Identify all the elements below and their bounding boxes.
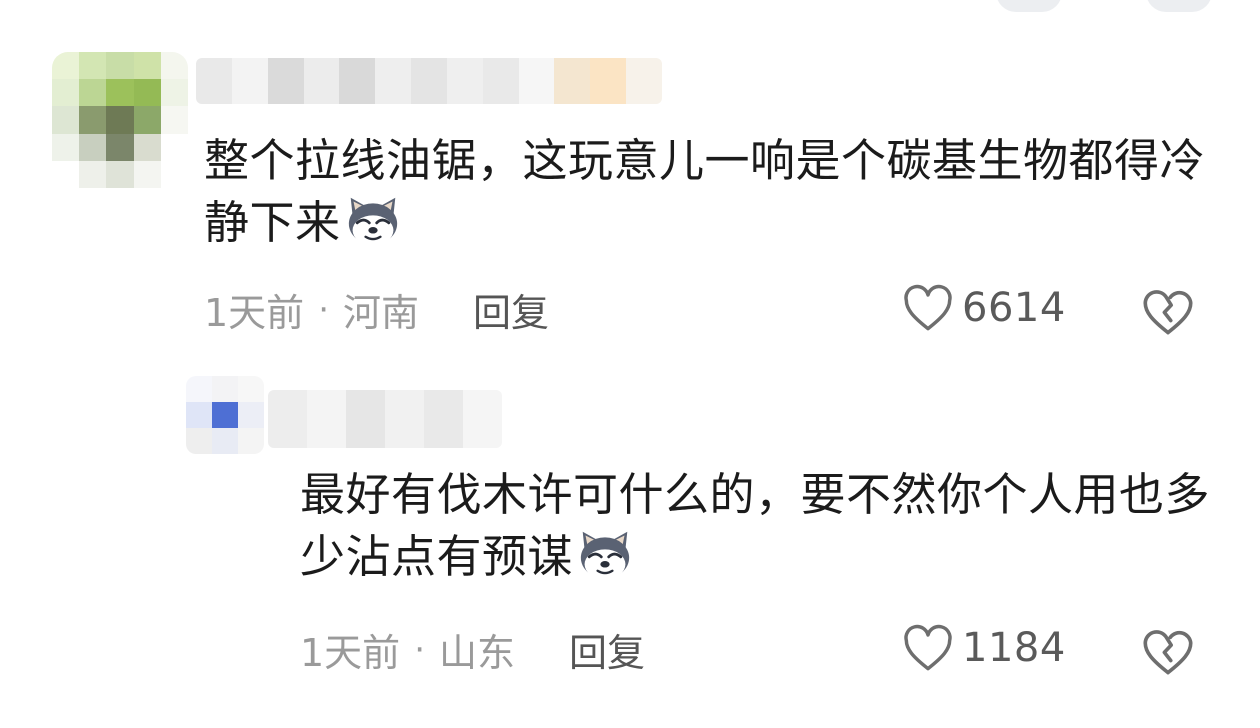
comment-meta: 1天前 · 山东 回复 xyxy=(300,622,645,677)
avatar[interactable] xyxy=(186,376,264,454)
heart-icon xyxy=(904,624,952,671)
avatar[interactable] xyxy=(52,52,188,188)
reply-item: 最好有伐木许可什么的，要不然你个人用也多少沾点有预谋 1天前 · 山东 回复 1… xyxy=(0,370,1260,690)
toolbar-pill-right[interactable] xyxy=(1146,0,1212,12)
reply-button[interactable]: 回复 xyxy=(473,282,549,337)
comment-text: 最好有伐木许可什么的，要不然你个人用也多少沾点有预谋 xyxy=(300,464,1220,597)
comment-time: 1天前 xyxy=(300,631,401,675)
dog-face-emoji-icon xyxy=(345,195,401,263)
like-button[interactable]: 6614 xyxy=(902,284,1066,332)
like-button[interactable]: 1184 xyxy=(902,624,1066,672)
username-blurred[interactable] xyxy=(268,390,502,448)
username-blurred[interactable] xyxy=(196,58,662,104)
dislike-button[interactable] xyxy=(1140,286,1196,340)
like-count: 1184 xyxy=(962,625,1066,671)
broken-heart-icon xyxy=(1143,630,1193,675)
reply-button[interactable]: 回复 xyxy=(569,622,645,677)
like-count: 6614 xyxy=(962,285,1066,331)
meta-separator: · xyxy=(318,289,329,330)
comment-time: 1天前 xyxy=(204,291,305,335)
comment-location: 山东 xyxy=(439,631,516,675)
comment-item: 整个拉线油锯，这玩意儿一响是个碳基生物都得冷静下来 1天前 · 河南 回复 66… xyxy=(0,50,1260,350)
comment-text: 整个拉线油锯，这玩意儿一响是个碳基生物都得冷静下来 xyxy=(204,130,1214,263)
broken-heart-icon xyxy=(1143,290,1193,335)
comment-meta: 1天前 · 河南 回复 xyxy=(204,282,549,337)
comment-body: 最好有伐木许可什么的，要不然你个人用也多少沾点有预谋 xyxy=(300,468,1211,583)
meta-separator: · xyxy=(414,629,425,670)
dog-face-emoji-icon xyxy=(577,529,633,597)
toolbar-pill-left[interactable] xyxy=(996,0,1062,12)
comment-location: 河南 xyxy=(343,291,420,335)
dislike-button[interactable] xyxy=(1140,626,1196,680)
heart-icon xyxy=(904,284,952,331)
